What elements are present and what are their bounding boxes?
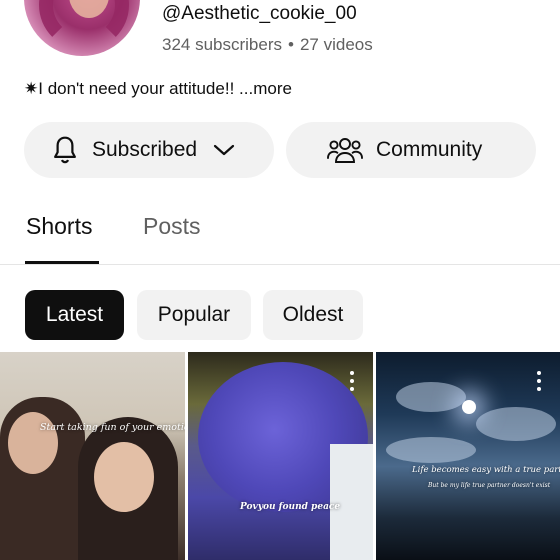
people-icon: [327, 138, 363, 163]
more-vert-icon[interactable]: [536, 371, 542, 391]
subscriber-count: 324 subscribers: [162, 35, 283, 54]
tab-shorts[interactable]: Shorts: [26, 213, 92, 240]
tab-posts[interactable]: Posts: [143, 213, 201, 240]
cloud: [396, 382, 466, 412]
community-button[interactable]: Community: [286, 122, 536, 178]
stats-separator: •: [288, 35, 294, 54]
filter-chip-latest[interactable]: Latest: [25, 290, 124, 340]
short-caption: Life becomes easy with a true partner: [412, 465, 560, 475]
short-thumbnail[interactable]: Povyou found peace: [188, 352, 373, 560]
description-text: ✷I don't need your attitude!!: [24, 79, 235, 98]
more-link[interactable]: ...more: [239, 79, 292, 98]
subscribed-label: Subscribed: [92, 138, 198, 161]
person-face: [94, 442, 154, 512]
filter-chip-oldest[interactable]: Oldest: [263, 290, 363, 340]
channel-tabs: Shorts Posts: [0, 200, 560, 265]
video-count: 27 videos: [299, 35, 373, 54]
community-label: Community: [376, 138, 483, 161]
subscribed-button[interactable]: Subscribed: [24, 122, 274, 178]
channel-avatar[interactable]: [24, 0, 140, 56]
bell-icon: [54, 136, 76, 164]
short-thumbnail[interactable]: Life becomes easy with a true partner Bu…: [376, 352, 560, 560]
channel-handle: @Aesthetic_cookie_00: [162, 3, 357, 24]
moon: [462, 400, 476, 414]
cloud: [476, 407, 556, 441]
channel-description[interactable]: ✷I don't need your attitude!! ...more: [24, 79, 292, 99]
short-thumbnail[interactable]: Start taking fun of your emotions: [0, 352, 185, 560]
short-subcaption: But be my life true partner doesn't exis…: [428, 482, 551, 489]
more-vert-icon[interactable]: [349, 371, 355, 391]
chevron-down-icon: [213, 144, 235, 156]
cloud: [386, 437, 476, 463]
short-caption: Start taking fun of your emotions: [40, 422, 185, 433]
short-caption: Povyou found peace: [240, 502, 341, 512]
channel-stats: 324 subscribers • 27 videos: [162, 35, 373, 55]
filter-chip-popular[interactable]: Popular: [137, 290, 251, 340]
selected-tab-indicator: [25, 261, 99, 264]
